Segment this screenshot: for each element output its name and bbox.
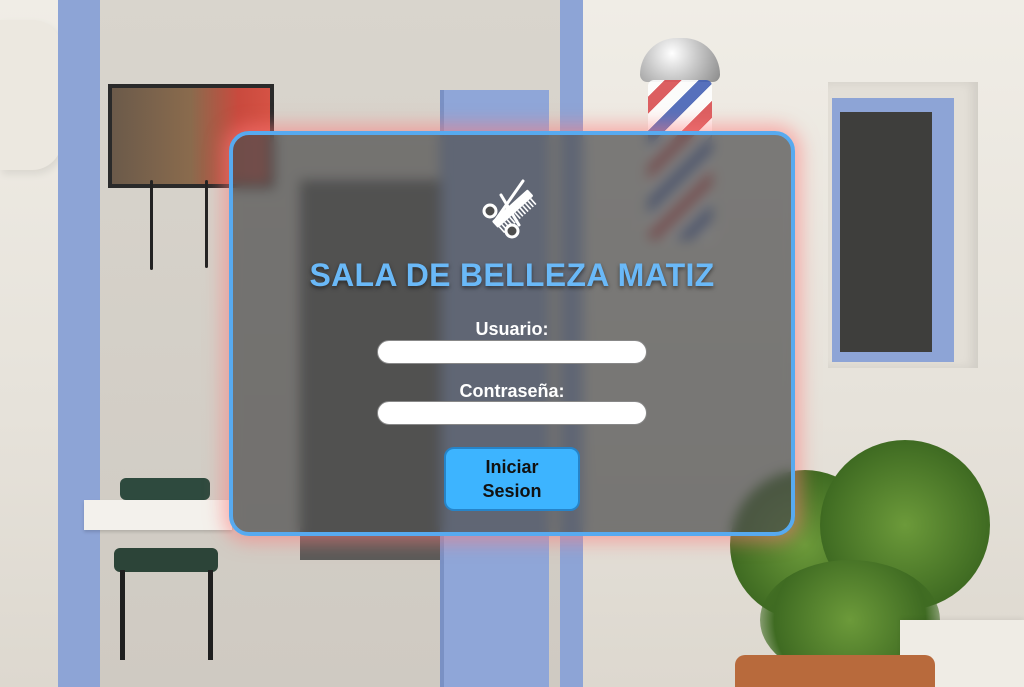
- username-label: Usuario:: [475, 319, 549, 339]
- scissors-comb-icon: [482, 179, 537, 239]
- password-input[interactable]: [377, 401, 647, 425]
- username-input[interactable]: [377, 340, 647, 364]
- wall-column: [0, 20, 62, 170]
- desk: [84, 500, 232, 530]
- tv-cable: [205, 180, 208, 268]
- chair-seat: [114, 548, 218, 572]
- tv-cable: [150, 180, 153, 270]
- chair-leg: [208, 570, 213, 660]
- login-button[interactable]: Iniciar Sesion: [444, 447, 580, 511]
- password-label: Contraseña:: [459, 381, 565, 401]
- login-panel: SALA DE BELLEZA MATIZ Usuario: Contraseñ…: [229, 131, 795, 536]
- brand-title: SALA DE BELLEZA MATIZ: [309, 257, 715, 293]
- chair-leg: [120, 570, 125, 660]
- window-glass: [840, 112, 932, 352]
- barber-pole-cap: [640, 38, 720, 82]
- plant-pot: [735, 655, 935, 687]
- chair-back: [120, 478, 210, 500]
